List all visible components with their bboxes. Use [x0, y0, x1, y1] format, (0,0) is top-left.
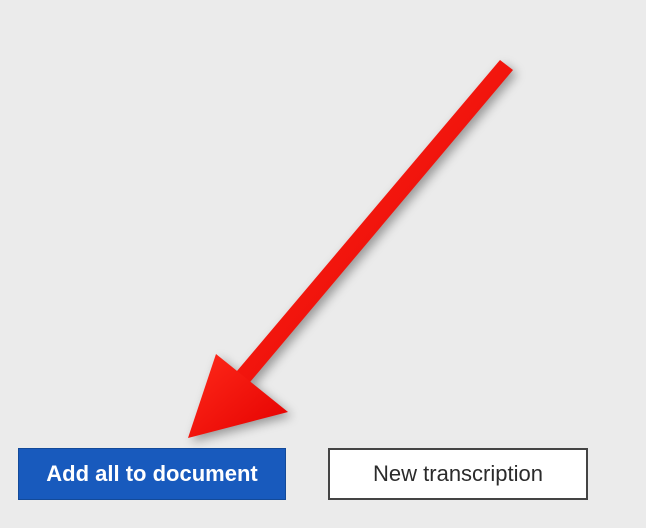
add-all-to-document-button[interactable]: Add all to document [18, 448, 286, 500]
action-button-row: Add all to document New transcription [18, 448, 588, 500]
new-transcription-button[interactable]: New transcription [328, 448, 588, 500]
annotation-arrow [168, 56, 528, 456]
add-all-button-label: Add all to document [46, 461, 257, 487]
new-transcription-button-label: New transcription [373, 461, 543, 487]
